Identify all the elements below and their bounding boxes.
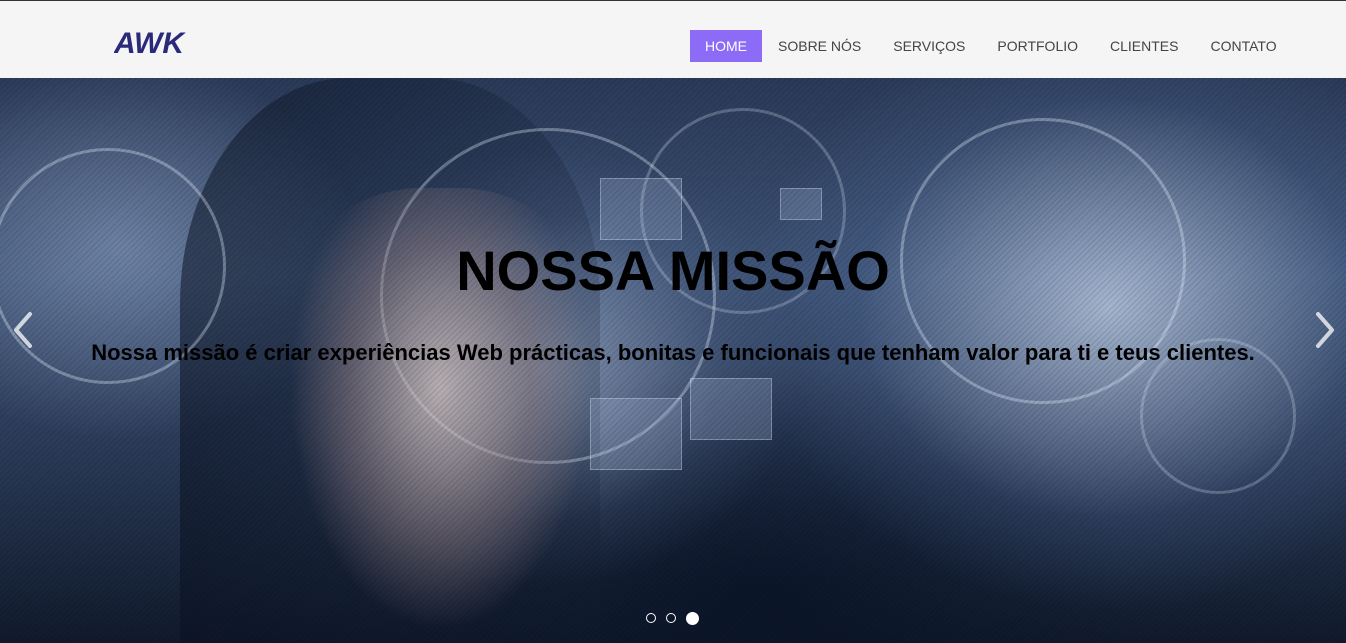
carousel-dot-3[interactable] (686, 612, 699, 625)
nav-contato[interactable]: CONTATO (1194, 30, 1292, 62)
carousel-dot-1[interactable] (646, 613, 656, 623)
nav-clientes[interactable]: CLIENTES (1094, 30, 1194, 62)
hero-text: Nossa missão é criar experiências Web pr… (91, 340, 1255, 365)
nav-home[interactable]: HOME (690, 30, 762, 62)
hero-carousel: NOSSA MISSÃO Nossa missão é criar experi… (0, 78, 1346, 643)
carousel-dot-2[interactable] (666, 613, 676, 623)
logo-text: AWK (114, 27, 186, 57)
carousel-indicators (646, 612, 699, 625)
page: AWK HOME SOBRE NÓS SERVIÇOS PORTFOLIO CL… (0, 0, 1346, 643)
chevron-right-icon (1316, 312, 1334, 348)
chevron-left-icon (14, 312, 32, 348)
nav-servicos[interactable]: SERVIÇOS (877, 30, 981, 62)
logo[interactable]: AWK (113, 25, 194, 60)
carousel-prev-button[interactable] (8, 310, 38, 350)
nav-portfolio[interactable]: PORTFOLIO (981, 30, 1094, 62)
main-nav: HOME SOBRE NÓS SERVIÇOS PORTFOLIO CLIENT… (690, 30, 1293, 62)
hero-title: NOSSA MISSÃO (456, 239, 890, 302)
carousel-next-button[interactable] (1310, 310, 1340, 350)
navbar: AWK HOME SOBRE NÓS SERVIÇOS PORTFOLIO CL… (0, 0, 1346, 78)
logo-mark: AWK (113, 27, 186, 60)
nav-sobre-nos[interactable]: SOBRE NÓS (762, 30, 877, 62)
